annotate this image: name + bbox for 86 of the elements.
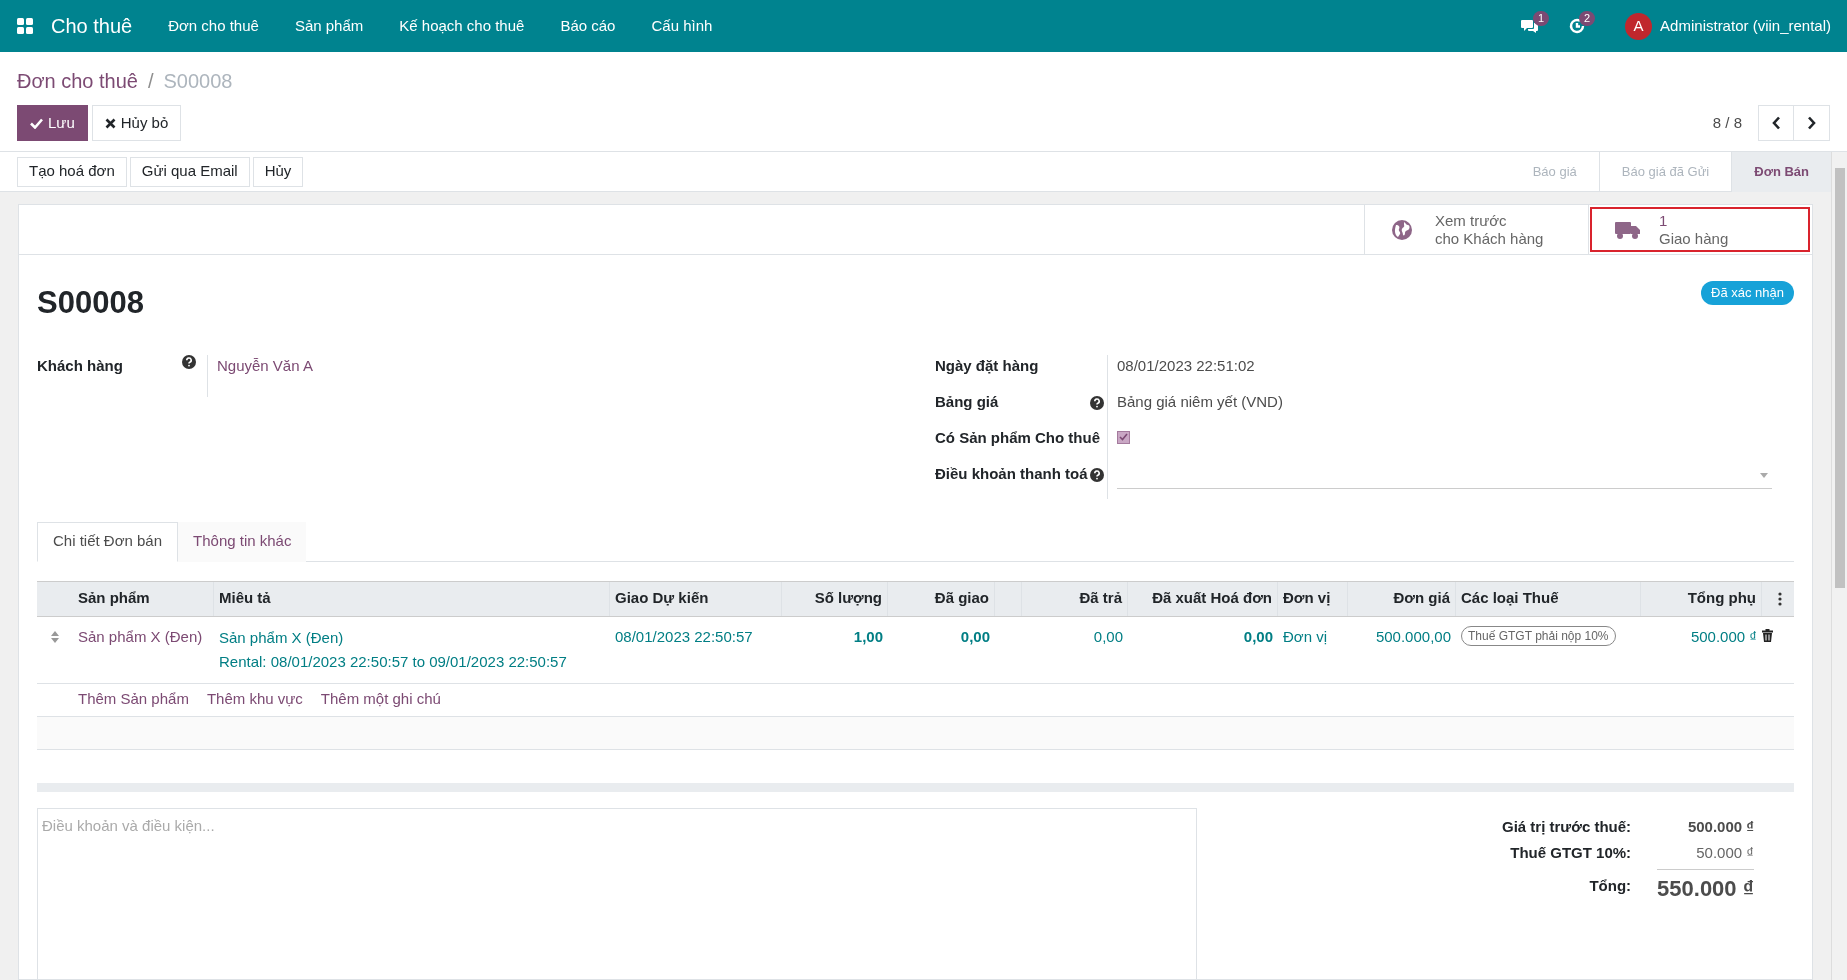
- table-cell-text: Sản phẩm X (Đen): [78, 626, 203, 647]
- add-line-link[interactable]: Thêm khu vực: [206, 688, 303, 711]
- customer-field[interactable]: Nguyễn Văn A: [217, 356, 313, 374]
- field-value: 08/01/2023 22:51:02: [1117, 355, 1255, 376]
- table-cell-text: Đơn vị: [1283, 626, 1327, 647]
- total-label: Tổng:: [1588, 876, 1632, 897]
- column-header[interactable]: Các loại Thuế: [1461, 587, 1559, 610]
- add-line-link[interactable]: Thêm Sản phẩm: [78, 688, 189, 711]
- caret-icon: [1760, 472, 1768, 478]
- action-button[interactable]: Hủy: [252, 156, 304, 187]
- column-header[interactable]: Đơn giá: [1393, 587, 1450, 610]
- field-value[interactable]: Bảng giá niêm yết (VND): [1117, 390, 1283, 413]
- action-button[interactable]: Gửi qua Email: [129, 156, 250, 187]
- scrollbar-thumb[interactable]: [1834, 168, 1845, 588]
- breadcrumb-link[interactable]: Đơn cho thuê: [17, 66, 138, 96]
- apps-menu-icon[interactable]: [16, 17, 34, 35]
- total-label: Thuế GTGT 10%:: [1509, 843, 1632, 863]
- next-button[interactable]: [1794, 105, 1830, 141]
- nav-menu-item[interactable]: Đơn cho thuê: [150, 14, 277, 38]
- close-icon: [104, 117, 116, 129]
- table-cell-text: 500.000,00: [1375, 626, 1451, 647]
- count-badge: 1: [1533, 11, 1550, 26]
- help-icon[interactable]: [1090, 395, 1104, 410]
- checkbox[interactable]: [1117, 430, 1130, 444]
- nav-menu-item[interactable]: Sản phẩm: [276, 14, 382, 38]
- kebab-menu-icon[interactable]: [1777, 591, 1782, 606]
- clock-icon[interactable]: [1569, 18, 1586, 34]
- help-icon[interactable]: [1090, 467, 1104, 482]
- column-header[interactable]: Miêu tả: [219, 587, 271, 610]
- add-line-link[interactable]: Thêm một ghi chú: [320, 688, 441, 711]
- chat-icon[interactable]: [1521, 18, 1540, 34]
- count-badge: 2: [1579, 11, 1596, 26]
- trash-icon[interactable]: [1762, 628, 1773, 642]
- pager-counter: 8 / 8: [1712, 112, 1742, 133]
- column-header[interactable]: Số lượng: [814, 587, 882, 610]
- user-avatar[interactable]: A: [1625, 12, 1653, 40]
- preview-smart-button[interactable]: Xem trước cho Khách hàng: [1364, 205, 1588, 254]
- globe-icon: [1391, 218, 1413, 241]
- action-button[interactable]: Tạo hoá đơn: [17, 156, 127, 187]
- table-cell-text: Sản phẩm X (Đen): [219, 627, 345, 648]
- record-title: S00008: [37, 284, 144, 322]
- column-header[interactable]: Tổng phụ: [1687, 587, 1756, 610]
- user-name[interactable]: Administrator (viin_rental): [1660, 14, 1831, 38]
- nav-menu-item[interactable]: Báo cáo: [542, 14, 634, 38]
- field-label: Ngày đặt hàng: [935, 355, 1039, 376]
- save-button[interactable]: Lưu: [17, 105, 88, 141]
- total-value: 50.000 ₫: [1696, 843, 1754, 863]
- table-cell-text: 500.000 ₫: [1690, 626, 1757, 647]
- column-header[interactable]: Giao Dự kiến: [615, 587, 709, 610]
- truck-icon: [1615, 219, 1641, 240]
- column-header[interactable]: Đơn vị: [1283, 587, 1331, 610]
- table-cell-text: 0,00: [1243, 626, 1273, 647]
- chevron-right-icon: [1807, 116, 1816, 130]
- total-value: 500.000 ₫: [1687, 816, 1754, 837]
- status-badge: Đã xác nhận: [1701, 281, 1794, 305]
- table-cell-text: 0,00: [960, 626, 990, 647]
- field-label: Bảng giá: [935, 391, 999, 412]
- table-cell-text: 08/01/2023 22:50:57: [615, 626, 753, 647]
- help-icon[interactable]: [182, 354, 196, 369]
- column-header[interactable]: Sản phẩm: [78, 587, 150, 610]
- nav-menu-item[interactable]: Cấu hình: [633, 14, 731, 38]
- table-cell-text: 0,00: [1093, 626, 1123, 647]
- drag-handle-icon[interactable]: [50, 629, 60, 644]
- table-cell-text: Rental: 08/01/2023 22:50:57 to 09/01/2023 22:50:57: [219, 651, 568, 672]
- column-header[interactable]: Đã xuất Hoá đơn: [1152, 587, 1272, 610]
- tab[interactable]: Thông tin khác: [178, 521, 307, 562]
- discard-button[interactable]: Hủy bỏ: [91, 105, 182, 141]
- total-value: 550.000 ₫: [1657, 868, 1754, 905]
- column-header[interactable]: Đã trả: [1079, 587, 1122, 610]
- field-label: Có Sản phẩm Cho thuê: [935, 427, 1100, 448]
- notes-field[interactable]: Điều khoản và điều kiện...: [37, 807, 1197, 979]
- breadcrumb-current: S00008: [163, 69, 233, 94]
- status-stage[interactable]: Đơn Bán: [1732, 151, 1831, 192]
- field-label: Điều khoản thanh toá: [935, 463, 1088, 484]
- check-icon: [30, 117, 43, 129]
- delivery-smart-button[interactable]: 1 Giao hàng: [1588, 205, 1812, 254]
- nav-menu-item[interactable]: Kế hoạch cho thuê: [381, 14, 543, 38]
- column-header[interactable]: Đã giao: [934, 587, 989, 610]
- app-title[interactable]: Cho thuê: [51, 11, 133, 41]
- tab[interactable]: Chi tiết Đơn bán: [37, 521, 179, 562]
- breadcrumb-separator: /: [147, 69, 154, 94]
- chevron-left-icon: [1771, 116, 1781, 130]
- table-cell-text: 1,00: [853, 626, 883, 647]
- field-label: Khách hàng: [37, 355, 123, 376]
- previous-button[interactable]: [1758, 105, 1794, 141]
- total-label: Giá trị trước thuế:: [1502, 816, 1632, 837]
